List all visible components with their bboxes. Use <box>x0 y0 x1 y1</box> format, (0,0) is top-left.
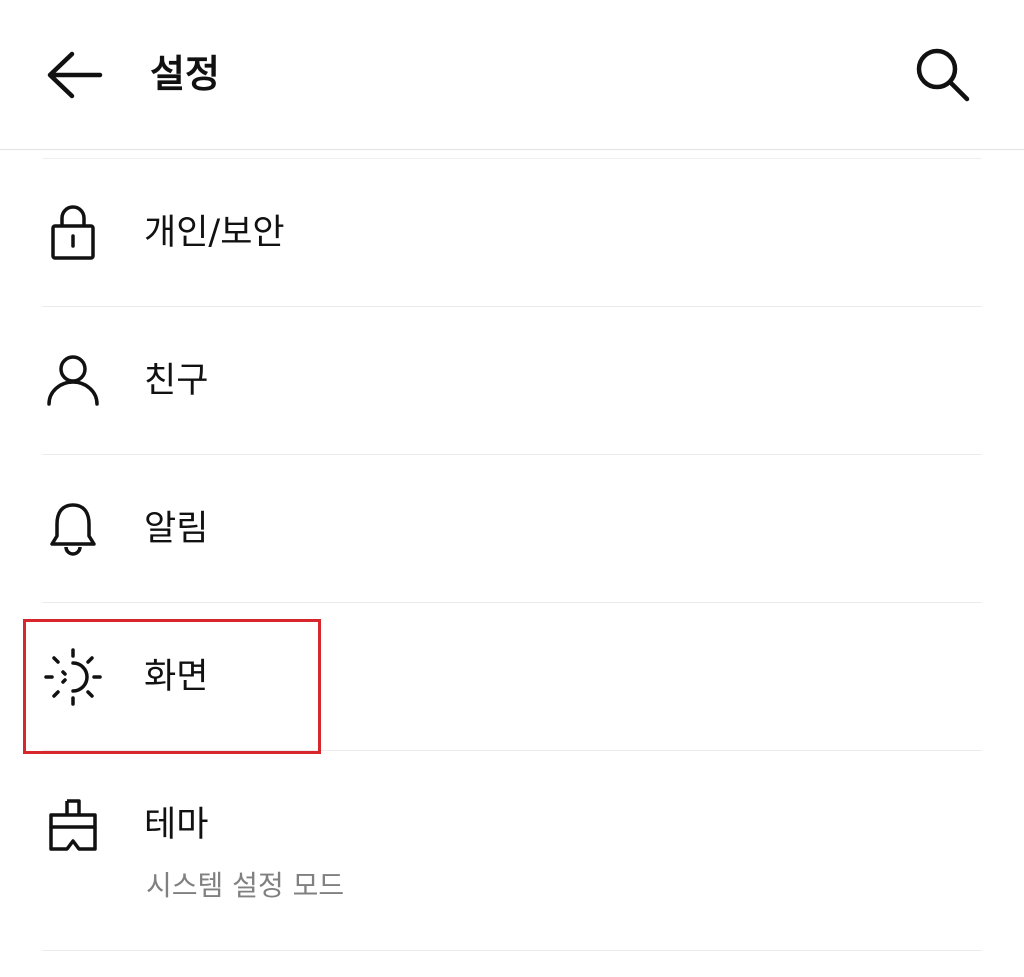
search-button[interactable] <box>905 42 981 108</box>
back-button[interactable] <box>40 44 108 106</box>
menu-item-label: 개인/보안 <box>144 213 285 253</box>
person-icon <box>42 349 104 413</box>
menu-item-theme[interactable]: 테마 시스템 설정 모드 <box>42 751 982 951</box>
brightness-icon <box>42 645 104 709</box>
menu-item-label: 친구 <box>144 361 209 401</box>
menu-item-privacy-security[interactable]: 개인/보안 <box>42 159 982 307</box>
paint-brush-icon <box>42 793 104 857</box>
menu-item-friends[interactable]: 친구 <box>42 307 982 455</box>
menu-item-label: 테마 <box>144 805 209 845</box>
lock-icon <box>42 201 104 265</box>
menu-item-label: 알림 <box>144 509 209 549</box>
settings-menu-list: 개인/보안 친구 알림 화면 테마 시스템 설정 모드 <box>42 159 982 951</box>
menu-item-sublabel: 시스템 설정 모드 <box>146 869 345 902</box>
menu-item-label: 화면 <box>144 657 209 697</box>
page-title: 설정 <box>150 52 220 96</box>
bell-icon <box>42 497 104 561</box>
app-header: 설정 <box>0 0 1024 150</box>
search-icon <box>916 48 970 102</box>
arrow-left-icon <box>47 51 103 99</box>
menu-item-display[interactable]: 화면 <box>42 603 982 751</box>
menu-item-notifications[interactable]: 알림 <box>42 455 982 603</box>
